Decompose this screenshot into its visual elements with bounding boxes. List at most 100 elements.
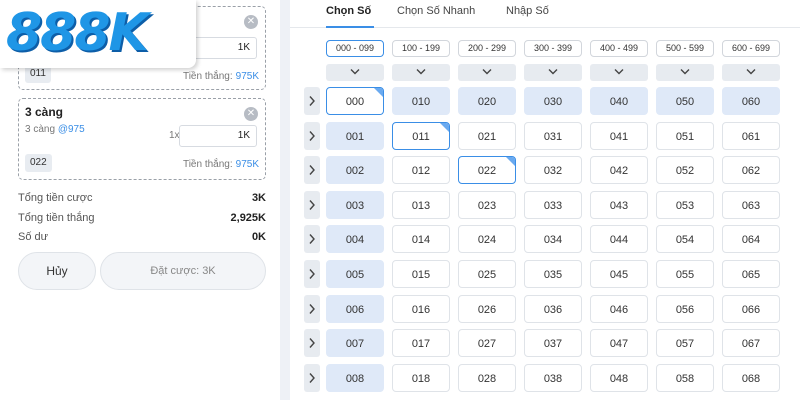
place-bet-button[interactable]: Đặt cược: 3K <box>100 252 266 290</box>
number-cell[interactable]: 041 <box>590 122 648 150</box>
number-cell[interactable]: 016 <box>392 295 450 323</box>
number-cell[interactable]: 043 <box>590 191 648 219</box>
number-cell[interactable]: 024 <box>458 225 516 253</box>
number-cell[interactable]: 061 <box>722 122 780 150</box>
number-cell[interactable]: 021 <box>458 122 516 150</box>
row-expand-button[interactable] <box>304 191 320 219</box>
number-cell[interactable]: 036 <box>524 295 582 323</box>
row-expand-button[interactable] <box>304 295 320 323</box>
number-cell[interactable]: 018 <box>392 364 450 392</box>
number-cell[interactable]: 001 <box>326 122 384 150</box>
number-cell[interactable]: 026 <box>458 295 516 323</box>
number-cell[interactable]: 060 <box>722 87 780 115</box>
number-cell[interactable]: 046 <box>590 295 648 323</box>
number-cell[interactable]: 042 <box>590 156 648 184</box>
row-expand-button[interactable] <box>304 364 320 392</box>
number-cell[interactable]: 010 <box>392 87 450 115</box>
number-cell[interactable]: 027 <box>458 329 516 357</box>
number-cell[interactable]: 048 <box>590 364 648 392</box>
number-cell[interactable]: 065 <box>722 260 780 288</box>
column-expand-button[interactable] <box>590 64 648 81</box>
chevron-down-icon <box>350 69 360 75</box>
number-cell[interactable]: 057 <box>656 329 714 357</box>
number-cell[interactable]: 053 <box>656 191 714 219</box>
number-cell[interactable]: 050 <box>656 87 714 115</box>
number-label: 016 <box>411 304 431 316</box>
number-cell[interactable]: 047 <box>590 329 648 357</box>
row-expand-button[interactable] <box>304 225 320 253</box>
number-cell[interactable]: 045 <box>590 260 648 288</box>
summary-label: Tổng tiền thắng <box>18 212 95 224</box>
range-button[interactable]: 400 - 499 <box>590 40 648 57</box>
range-button[interactable]: 200 - 299 <box>458 40 516 57</box>
column-expand-button[interactable] <box>326 64 384 81</box>
number-cell[interactable]: 031 <box>524 122 582 150</box>
column-expand-button[interactable] <box>524 64 582 81</box>
row-expand-button[interactable] <box>304 87 320 115</box>
cancel-button[interactable]: Hủy <box>18 252 96 290</box>
number-cell[interactable]: 067 <box>722 329 780 357</box>
number-cell[interactable]: 037 <box>524 329 582 357</box>
column-expand-button[interactable] <box>392 64 450 81</box>
number-cell[interactable]: 020 <box>458 87 516 115</box>
number-cell[interactable]: 007 <box>326 329 384 357</box>
stake-input[interactable]: 1K <box>179 125 257 147</box>
number-cell[interactable]: 002 <box>326 156 384 184</box>
number-cell[interactable]: 022 <box>458 156 516 184</box>
number-cell[interactable]: 028 <box>458 364 516 392</box>
row-expand-button[interactable] <box>304 329 320 357</box>
number-cell[interactable]: 023 <box>458 191 516 219</box>
number-cell[interactable]: 005 <box>326 260 384 288</box>
row-expand-button[interactable] <box>304 122 320 150</box>
number-cell[interactable]: 038 <box>524 364 582 392</box>
number-cell[interactable]: 052 <box>656 156 714 184</box>
column-expand-button[interactable] <box>722 64 780 81</box>
number-cell[interactable]: 064 <box>722 225 780 253</box>
number-cell[interactable]: 003 <box>326 191 384 219</box>
number-cell[interactable]: 056 <box>656 295 714 323</box>
column-expand-button[interactable] <box>656 64 714 81</box>
number-cell[interactable]: 000 <box>326 87 384 115</box>
range-button[interactable]: 300 - 399 <box>524 40 582 57</box>
number-cell[interactable]: 058 <box>656 364 714 392</box>
close-icon[interactable]: ✕ <box>244 107 258 121</box>
number-cell[interactable]: 015 <box>392 260 450 288</box>
number-label: 032 <box>543 165 563 177</box>
number-cell[interactable]: 011 <box>392 122 450 150</box>
number-cell[interactable]: 035 <box>524 260 582 288</box>
close-icon[interactable]: ✕ <box>244 15 258 29</box>
number-cell[interactable]: 034 <box>524 225 582 253</box>
column-expand-button[interactable] <box>458 64 516 81</box>
tab-nhap-so[interactable]: Nhập Số <box>506 5 549 17</box>
number-cell[interactable]: 032 <box>524 156 582 184</box>
summary-value: 0K <box>251 231 266 243</box>
number-cell[interactable]: 004 <box>326 225 384 253</box>
number-cell[interactable]: 006 <box>326 295 384 323</box>
number-cell[interactable]: 062 <box>722 156 780 184</box>
number-cell[interactable]: 051 <box>656 122 714 150</box>
chevron-down-icon <box>416 69 426 75</box>
row-expand-button[interactable] <box>304 260 320 288</box>
range-button[interactable]: 000 - 099 <box>326 40 384 57</box>
row-expand-button[interactable] <box>304 156 320 184</box>
number-cell[interactable]: 063 <box>722 191 780 219</box>
number-cell[interactable]: 008 <box>326 364 384 392</box>
number-cell[interactable]: 055 <box>656 260 714 288</box>
number-cell[interactable]: 040 <box>590 87 648 115</box>
number-cell[interactable]: 025 <box>458 260 516 288</box>
number-cell[interactable]: 012 <box>392 156 450 184</box>
number-cell[interactable]: 014 <box>392 225 450 253</box>
number-cell[interactable]: 054 <box>656 225 714 253</box>
range-button[interactable]: 100 - 199 <box>392 40 450 57</box>
range-button[interactable]: 500 - 599 <box>656 40 714 57</box>
tab-chon-so[interactable]: Chọn Số <box>326 5 371 17</box>
number-cell[interactable]: 017 <box>392 329 450 357</box>
number-cell[interactable]: 044 <box>590 225 648 253</box>
number-cell[interactable]: 066 <box>722 295 780 323</box>
number-cell[interactable]: 033 <box>524 191 582 219</box>
range-button[interactable]: 600 - 699 <box>722 40 780 57</box>
number-cell[interactable]: 013 <box>392 191 450 219</box>
number-cell[interactable]: 030 <box>524 87 582 115</box>
tab-chon-so-nhanh[interactable]: Chọn Số Nhanh <box>397 5 475 17</box>
number-cell[interactable]: 068 <box>722 364 780 392</box>
